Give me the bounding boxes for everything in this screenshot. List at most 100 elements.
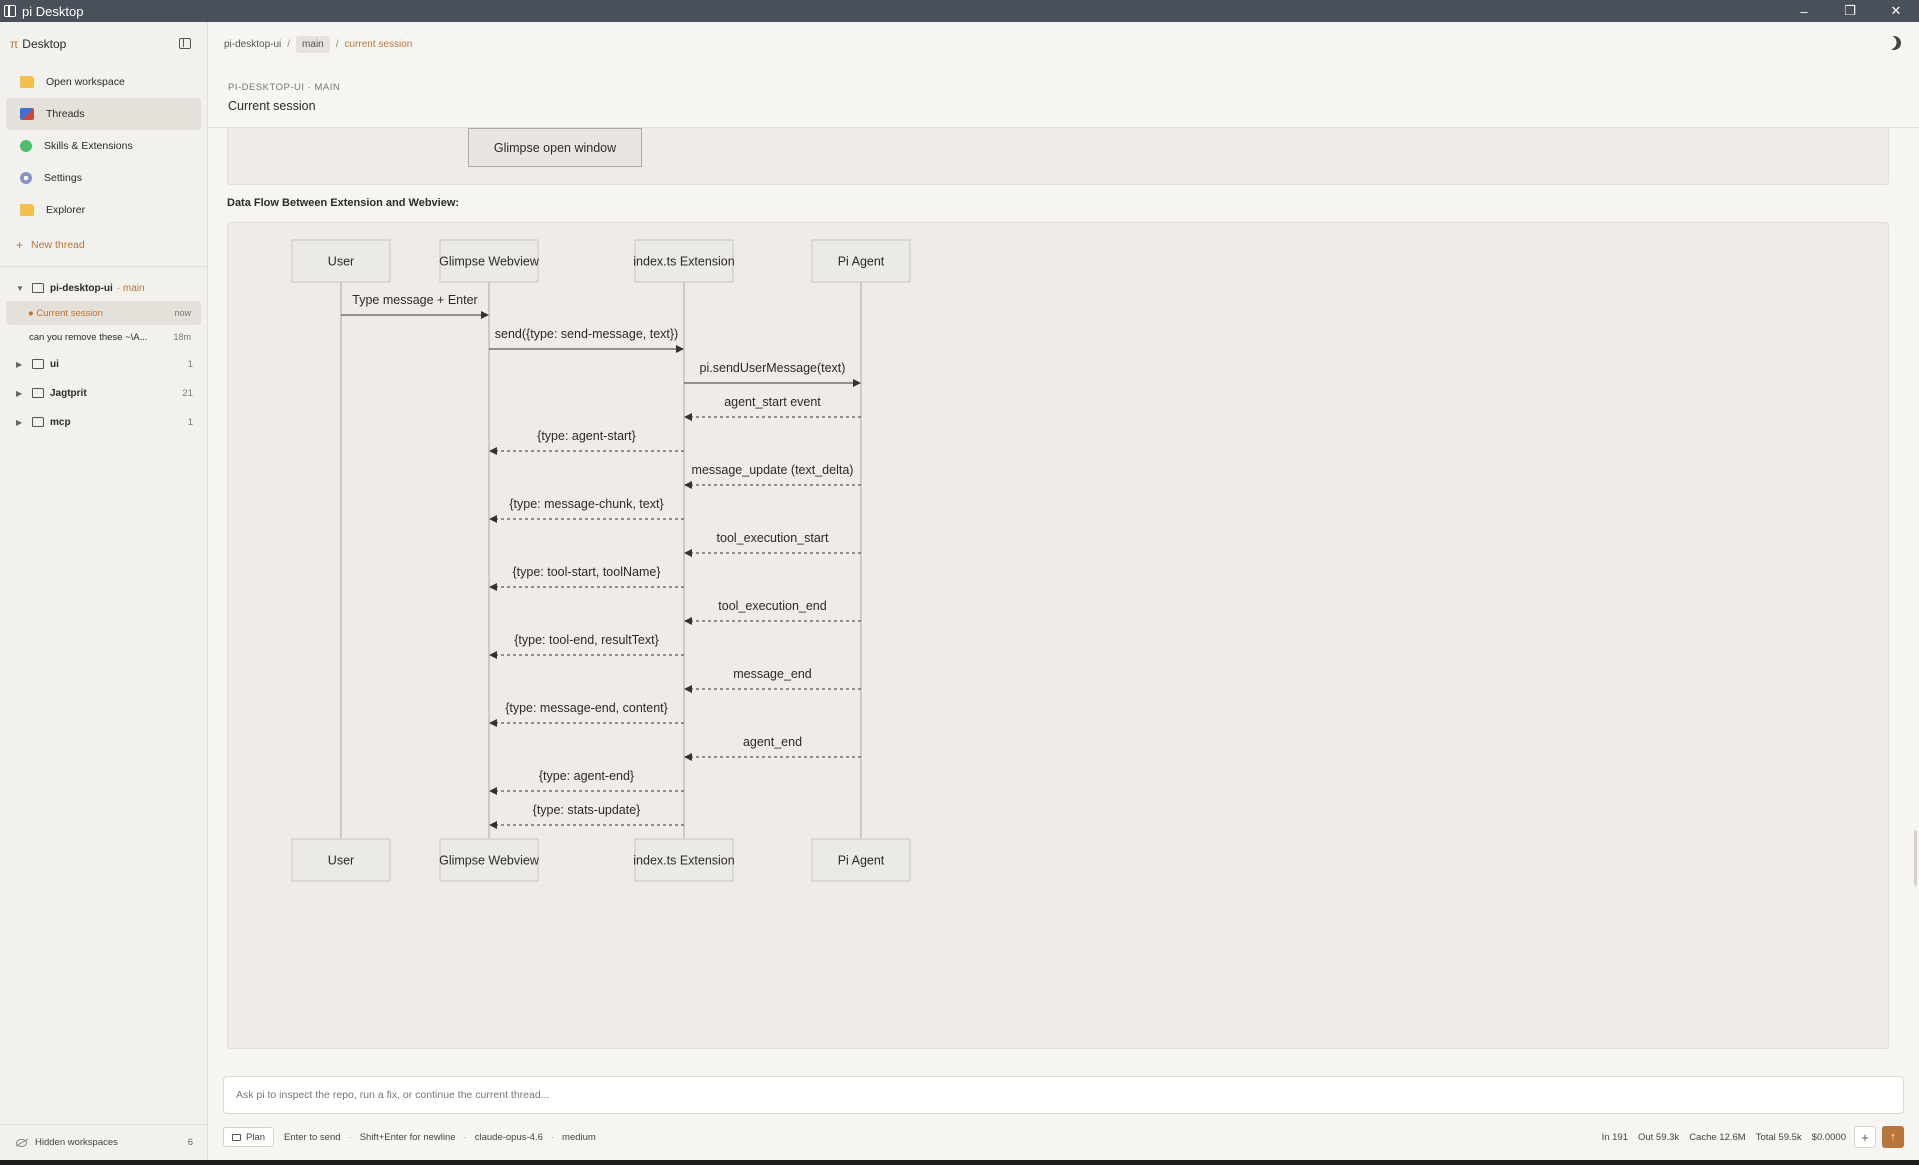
workspace-branch: · main: [116, 282, 145, 294]
app-icon: [4, 4, 16, 17]
gear-icon: [20, 172, 32, 184]
section-title: Data Flow Between Extension and Webview:: [227, 197, 460, 209]
chevron-down-icon[interactable]: ▼: [16, 284, 26, 293]
stat-in: In 191: [1601, 1131, 1628, 1143]
thread-current-session[interactable]: ● Current session now: [6, 301, 201, 325]
message-label: message_update (text_delta): [692, 463, 854, 477]
stat-out: Out 59.3k: [1637, 1131, 1680, 1143]
thread-item[interactable]: can you remove these ~\A... 18m: [6, 325, 201, 349]
hidden-workspaces-button[interactable]: Hidden workspaces 6: [0, 1124, 207, 1160]
window-controls: – ❐ ✕: [1781, 0, 1919, 22]
hint-send: Enter to send: [284, 1131, 341, 1143]
taskbar-strip: [0, 1160, 1919, 1165]
thread-time: now: [174, 308, 191, 318]
message-label: message_end: [733, 667, 812, 681]
workspace-pi-desktop-ui[interactable]: ▼ pi-desktop-ui · main: [0, 275, 207, 301]
actor-label: Pi Agent: [838, 854, 885, 868]
message-label: {type: tool-start, toolName}: [513, 565, 661, 579]
breadcrumb-current: current session: [344, 38, 413, 50]
workspace-name: mcp: [50, 416, 71, 428]
sidebar-item-settings[interactable]: Settings: [6, 162, 201, 194]
message-label: {type: message-end, content}: [505, 701, 668, 715]
token-stats: In 191 Out 59.3k Cache 12.6M Total 59.5k…: [1592, 1126, 1904, 1148]
message-label: {type: tool-end, resultText}: [514, 633, 659, 647]
sidebar: π Desktop Open workspace Threads Skills …: [0, 22, 208, 1160]
thread-label: ● Current session: [28, 307, 103, 319]
actor-label: index.ts Extension: [633, 854, 734, 868]
sidebar-divider: [0, 266, 207, 267]
workspace-count: 1: [187, 358, 193, 370]
sidebar-item-open-workspace[interactable]: Open workspace: [6, 66, 201, 98]
folder-icon: [20, 204, 34, 216]
pi-logo-icon: π: [10, 37, 19, 51]
actor-label: Pi Agent: [838, 255, 885, 269]
scrollbar-thumb[interactable]: [1914, 830, 1917, 886]
stat-total: Total 59.5k: [1755, 1131, 1802, 1143]
minimize-icon[interactable]: –: [1781, 0, 1827, 22]
session-eyebrow: PI-DESKTOP-UI · MAIN: [228, 82, 341, 93]
close-icon[interactable]: ✕: [1873, 0, 1919, 22]
sidebar-brand: Desktop: [22, 37, 67, 51]
previous-diagram-panel: Glimpse open window: [227, 128, 1889, 185]
stat-cache: Cache 12.6M: [1689, 1131, 1746, 1143]
new-thread-button[interactable]: + New thread: [0, 230, 207, 260]
workspace-ui[interactable]: ▶ ui 1: [0, 351, 207, 377]
sidebar-item-skills[interactable]: Skills & Extensions: [6, 130, 201, 162]
message-label: Type message + Enter: [352, 293, 477, 307]
restore-icon[interactable]: ❐: [1827, 0, 1873, 22]
send-button[interactable]: ↑: [1882, 1126, 1904, 1148]
sidebar-item-label: Threads: [46, 108, 85, 120]
workspace-name: Jagtprit: [50, 387, 87, 399]
chevron-right-icon[interactable]: ▶: [16, 389, 26, 398]
threads-icon: [20, 108, 34, 120]
workspace-name: ui: [50, 358, 59, 370]
message-input-placeholder: Ask pi to inspect the repo, run a fix, o…: [236, 1089, 550, 1101]
sidebar-item-label: Settings: [44, 172, 82, 184]
chevron-right-icon[interactable]: ▶: [16, 418, 26, 427]
thread-time: 18m: [173, 332, 191, 342]
breadcrumb-repo[interactable]: pi-desktop-ui: [224, 39, 281, 50]
folder-icon: [32, 417, 44, 427]
book-icon: [232, 1133, 241, 1141]
message-input[interactable]: Ask pi to inspect the repo, run a fix, o…: [223, 1076, 1904, 1114]
plan-button[interactable]: Plan: [223, 1127, 275, 1147]
workspace-mcp[interactable]: ▶ mcp 1: [0, 409, 207, 435]
plus-icon: +: [16, 238, 24, 252]
message-label: tool_execution_start: [717, 531, 829, 545]
new-thread-label: New thread: [31, 239, 85, 251]
message-label: {type: agent-end}: [539, 769, 634, 783]
sidebar-item-explorer[interactable]: Explorer: [6, 194, 201, 226]
message-label: {type: message-chunk, text}: [509, 497, 663, 511]
sequence-diagram: User User Glimpse Webview Glimpse Webview in…: [291, 239, 911, 882]
sidebar-item-label: Explorer: [46, 204, 86, 216]
workspace-jagtprit[interactable]: ▶ Jagtprit 21: [0, 380, 207, 406]
page-title: Current session: [228, 99, 316, 113]
message-label: {type: agent-start}: [537, 429, 636, 443]
actor-label: User: [328, 255, 354, 269]
message-label: send({type: send-message, text}): [495, 327, 678, 341]
workspace-name: pi-desktop-ui: [50, 282, 113, 294]
sidebar-toggle-icon[interactable]: [179, 38, 191, 49]
window-titlebar: pi Desktop – ❐ ✕: [0, 0, 1919, 22]
session-header: PI-DESKTOP-UI · MAIN Current session: [208, 66, 1919, 128]
hidden-workspaces-count: 6: [187, 1137, 193, 1148]
message-label: agent_end: [743, 735, 802, 749]
folder-icon: [20, 76, 34, 88]
eye-off-icon: [16, 1138, 27, 1147]
actor-label: Glimpse Webview: [439, 854, 540, 868]
sidebar-item-threads[interactable]: Threads: [6, 98, 201, 130]
effort-selector[interactable]: medium: [562, 1132, 596, 1143]
breadcrumb-branch[interactable]: main: [296, 35, 330, 53]
model-selector[interactable]: claude-opus-4.6: [475, 1132, 543, 1143]
folder-icon: [32, 388, 44, 398]
add-button[interactable]: +: [1854, 1126, 1876, 1148]
composer-statusbar: Plan Enter to send · Shift+Enter for new…: [223, 1125, 1904, 1149]
workspace-count: 1: [187, 416, 193, 428]
breadcrumb: pi-desktop-ui / main / current session: [208, 22, 1919, 66]
workspace-count: 21: [182, 387, 193, 399]
chevron-right-icon[interactable]: ▶: [16, 360, 26, 369]
sidebar-item-label: Skills & Extensions: [44, 140, 133, 152]
message-label: {type: stats-update}: [533, 803, 641, 817]
sidebar-header: π Desktop: [0, 22, 207, 66]
puzzle-icon: [20, 140, 32, 152]
